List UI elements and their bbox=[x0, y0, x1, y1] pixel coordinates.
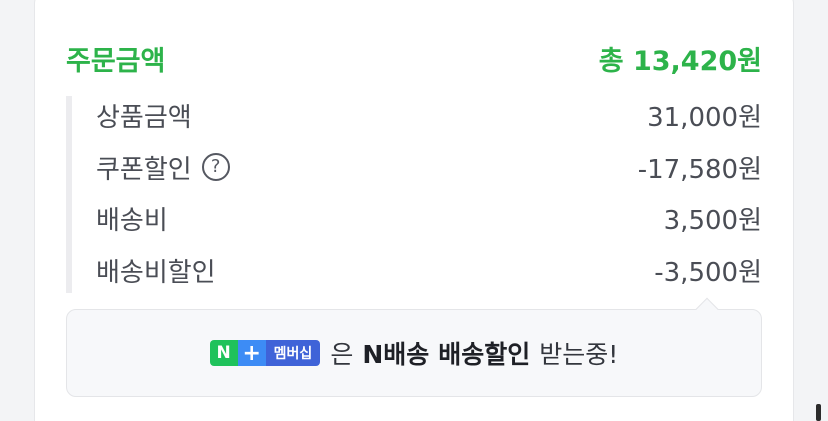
price-row-coupon: 쿠폰할인 ? -17,580원 bbox=[72, 142, 762, 194]
price-row-value: 31,000원 bbox=[647, 103, 762, 134]
banner-text-shipping-discount: 배송할인 bbox=[438, 340, 531, 369]
price-row-shipping-discount: 배송비할인 -3,500원 bbox=[72, 245, 762, 297]
order-total-header: 주문금액 총 13,420원 bbox=[66, 38, 762, 78]
order-amount-title: 주문금액 bbox=[66, 45, 166, 77]
badge-membership-text: 멤버십 bbox=[265, 340, 321, 366]
price-row-value: 3,500원 bbox=[663, 206, 762, 237]
banner-text-n-delivery: N배송 bbox=[362, 340, 430, 369]
banner-text-pre: 은 bbox=[330, 340, 354, 369]
scrollbar-thumb[interactable] bbox=[816, 404, 821, 421]
price-breakdown-list: 상품금액 31,000원 쿠폰할인 ? -17,580원 배송비 3,500원 … bbox=[66, 96, 762, 293]
price-row-label: 배송비할인 bbox=[96, 257, 216, 288]
price-row-value: -3,500원 bbox=[654, 257, 762, 288]
membership-shipping-banner: N + 멤버십 은 N배송 배송할인 받는중! bbox=[66, 297, 762, 397]
price-row-label-wrap: 쿠폰할인 ? bbox=[96, 149, 230, 186]
question-circle-icon[interactable]: ? bbox=[201, 153, 230, 182]
banner-text-post: 받는중! bbox=[539, 340, 619, 369]
price-row-product: 상품금액 31,000원 bbox=[72, 90, 762, 142]
price-row-label: 쿠폰할인 bbox=[96, 154, 192, 185]
price-row-label: 배송비 bbox=[96, 206, 168, 237]
badge-plus: + bbox=[237, 340, 266, 366]
price-row-value: -17,580원 bbox=[637, 154, 762, 185]
badge-n: N bbox=[209, 340, 238, 366]
order-total-amount: 총 13,420원 bbox=[598, 45, 762, 77]
price-row-label: 상품금액 bbox=[96, 103, 192, 134]
price-row-shipping: 배송비 3,500원 bbox=[72, 193, 762, 245]
naver-plus-membership-badge: N + 멤버십 bbox=[209, 340, 321, 366]
